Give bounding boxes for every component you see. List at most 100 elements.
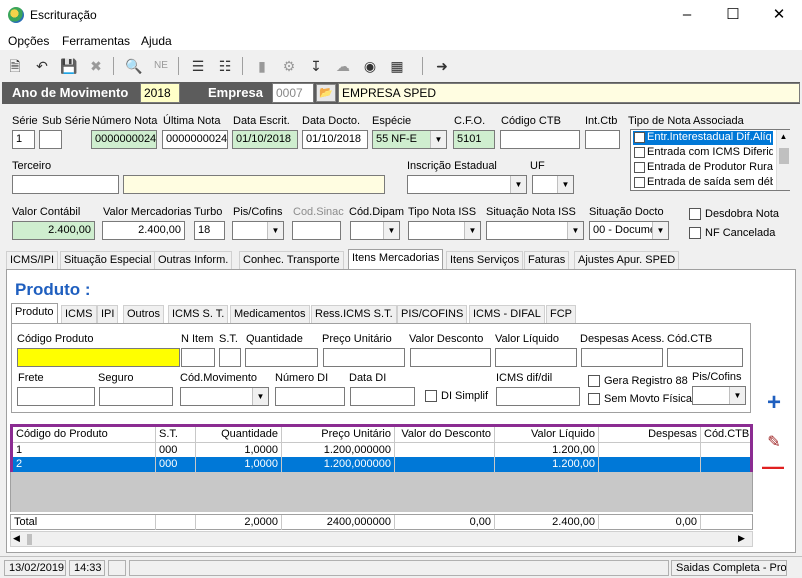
cfo-input[interactable]: 5101 (453, 130, 495, 149)
especie-select[interactable]: 55 NF-E ▼ (372, 130, 447, 149)
desdobra-checkbox[interactable] (689, 208, 701, 220)
st-input[interactable] (219, 348, 241, 367)
tab-produto[interactable]: Produto (11, 303, 58, 324)
menu-opcoes[interactable]: Opções (8, 34, 49, 48)
frete-input[interactable] (17, 387, 95, 406)
open-folder-icon[interactable]: 📂 (316, 84, 336, 102)
header-codctb[interactable]: Cód.CTB (701, 427, 750, 442)
tab-icms[interactable]: ICMS (61, 305, 97, 323)
piscofins-select[interactable]: ▼ (232, 221, 284, 240)
terceiro-code-input[interactable] (12, 175, 119, 194)
maximize-icon[interactable]: ☐ (710, 0, 756, 30)
tipoiss-select[interactable]: ▼ (408, 221, 481, 240)
stamp-icon[interactable]: ◉ (360, 56, 380, 76)
remove-item-icon[interactable]: — (762, 456, 784, 479)
checkbox[interactable] (634, 162, 645, 173)
table-row[interactable]: 1 000 1,0000 1.200,000000 1.200,00 (13, 442, 750, 458)
list-icon[interactable]: ☰ (188, 56, 208, 76)
cloud-icon[interactable]: ☁ (333, 56, 353, 76)
delete-icon[interactable]: ✖ (86, 56, 106, 76)
codsinac-input[interactable] (292, 221, 341, 240)
checkbox[interactable] (634, 147, 645, 158)
tab-itens-servicos[interactable]: Itens Serviços (446, 251, 524, 269)
scroll-thumb[interactable] (779, 148, 789, 164)
nitem-input[interactable] (181, 348, 215, 367)
header-st[interactable]: S.T. (156, 427, 196, 442)
minimize-icon[interactable]: – (664, 0, 710, 30)
tab-ajustes-sped[interactable]: Ajustes Apur. SPED (574, 251, 680, 269)
chevron-left-icon[interactable]: ◀ (13, 533, 20, 544)
ctb-input[interactable] (500, 130, 580, 149)
tipo-nota-list[interactable]: Entr.Interestadual Dif.Alíq Entrada com … (630, 129, 790, 191)
list-item[interactable]: Entr.Interestadual Dif.Alíq (633, 131, 773, 145)
tab-fcp[interactable]: FCP (546, 305, 576, 323)
preview-icon[interactable]: 🔍 (124, 56, 144, 76)
report-icon[interactable]: ☷ (215, 56, 235, 76)
intctb-input[interactable] (585, 130, 620, 149)
list-item[interactable]: Entrada de Produtor Rural (633, 161, 773, 175)
menu-ferramentas[interactable]: Ferramentas (62, 34, 130, 48)
numero-input[interactable]: 0000000024 (91, 130, 157, 149)
list-item[interactable]: Entrada com ICMS Diferido (633, 146, 773, 160)
valormerc-input[interactable]: 2.400,00 (102, 221, 185, 240)
save-icon[interactable]: 💾 (59, 56, 79, 76)
ano-input[interactable]: 2018 (140, 83, 180, 103)
preco-input[interactable] (323, 348, 405, 367)
header-quantidade[interactable]: Quantidade (196, 427, 282, 442)
chevron-right-icon[interactable]: ▶ (738, 533, 745, 544)
codmov-select[interactable]: ▼ (180, 387, 269, 406)
tab-ress-icms-st[interactable]: Ress.ICMS S.T. (311, 305, 397, 323)
add-item-icon[interactable]: + (760, 391, 788, 417)
download-icon[interactable]: ↧ (306, 56, 326, 76)
tab-outras-inform[interactable]: Outras Inform. (154, 251, 233, 269)
geraregistro-checkbox[interactable] (588, 375, 600, 387)
subserie-input[interactable] (39, 130, 62, 149)
chevron-up-icon[interactable]: ▲ (778, 132, 789, 141)
new-document-icon[interactable]: 🗎 (5, 56, 25, 76)
tab-faturas[interactable]: Faturas (524, 251, 570, 269)
header-desconto[interactable]: Valor do Desconto (395, 427, 495, 442)
valorcontabil-input[interactable]: 2.400,00 (12, 221, 95, 240)
undo-icon[interactable]: ↶ (32, 56, 52, 76)
grid-icon[interactable]: ▦ (387, 56, 407, 76)
empresa-code-input[interactable]: 0007 (272, 83, 314, 103)
situacaoiss-select[interactable]: ▼ (486, 221, 584, 240)
checkbox[interactable] (634, 177, 645, 188)
icmsdif-input[interactable] (496, 387, 580, 406)
produto-piscofins-select[interactable]: ▼ (692, 386, 746, 405)
tab-icms-st[interactable]: ICMS S. T. (168, 305, 229, 323)
seguro-input[interactable] (99, 387, 173, 406)
grid-hscrollbar[interactable]: ◀ ▶ (10, 531, 753, 547)
nfcancelada-checkbox[interactable] (689, 227, 701, 239)
exit-icon[interactable]: ➜ (432, 56, 452, 76)
edit-item-icon[interactable]: ✎ (760, 432, 788, 454)
tab-outros[interactable]: Outros (123, 305, 165, 323)
disimplif-checkbox[interactable] (425, 390, 437, 402)
tab-situacao-especial[interactable]: Situação Especial (60, 251, 156, 269)
close-icon[interactable]: ✕ (756, 0, 802, 30)
despesas-input[interactable] (581, 348, 663, 367)
tab-conhec-transporte[interactable]: Conhec. Transporte (239, 251, 344, 269)
ie-select[interactable]: ▼ (407, 175, 527, 194)
tab-pis-cofins[interactable]: PIS/COFINS (397, 305, 468, 323)
folder-icon[interactable]: ▮ (252, 56, 272, 76)
datadocto-input[interactable]: 01/10/2018 (302, 130, 368, 149)
coddipam-select[interactable]: ▼ (350, 221, 400, 240)
list-scrollbar[interactable]: ▲ (776, 130, 790, 190)
menu-ajuda[interactable]: Ajuda (141, 34, 172, 48)
codigo-produto-input[interactable] (17, 348, 180, 367)
uf-select[interactable]: ▼ (532, 175, 574, 194)
liquido-input[interactable] (495, 348, 577, 367)
tab-medicamentos[interactable]: Medicamentos (230, 305, 310, 323)
scroll-thumb[interactable] (27, 534, 32, 545)
serie-input[interactable]: 1 (12, 130, 35, 149)
checkbox[interactable] (634, 132, 645, 143)
header-codigo[interactable]: Código do Produto (13, 427, 156, 442)
tab-icms-ipi[interactable]: ICMS/IPI (6, 251, 59, 269)
situacaodocto-select[interactable]: 00 - Documen ▼ (589, 221, 669, 240)
nfe-icon[interactable]: NE (151, 56, 171, 76)
dataescrit-input[interactable]: 01/10/2018 (232, 130, 298, 149)
tab-itens-mercadorias[interactable]: Itens Mercadorias (348, 249, 444, 270)
turbo-input[interactable]: 18 (194, 221, 225, 240)
datadi-input[interactable] (350, 387, 415, 406)
